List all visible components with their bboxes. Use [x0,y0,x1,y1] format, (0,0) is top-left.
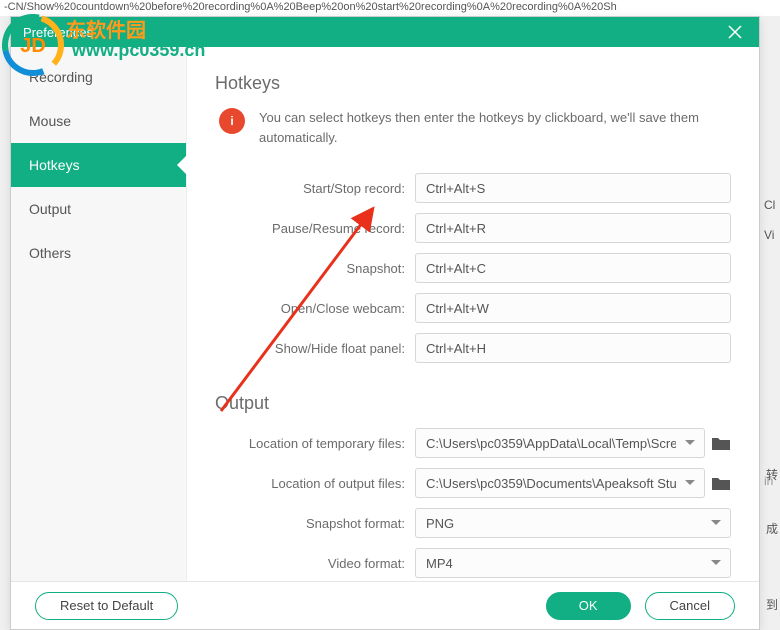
preferences-window: Preferences Recording Mouse Hotkeys Outp… [10,16,760,630]
output-label: Location of output files: [215,476,415,491]
output-row: Location of temporary files: [215,428,731,458]
path-input[interactable] [415,468,705,498]
hotkey-input[interactable] [415,293,731,323]
sidebar-item-recording[interactable]: Recording [11,55,186,99]
hotkey-row: Start/Stop record: [215,173,731,203]
hotkey-input[interactable] [415,253,731,283]
footer: Reset to Default OK Cancel [11,581,759,629]
output-select[interactable]: PNG [415,508,731,538]
folder-icon[interactable] [711,475,731,491]
hotkey-input[interactable] [415,173,731,203]
hotkey-row: Pause/Resume record: [215,213,731,243]
info-icon: i [219,108,245,134]
path-input[interactable] [415,428,705,458]
hotkey-row: Snapshot: [215,253,731,283]
output-row: Location of output files: [215,468,731,498]
folder-icon[interactable] [711,435,731,451]
info-text: You can select hotkeys then enter the ho… [259,108,731,147]
sidebar-item-mouse[interactable]: Mouse [11,99,186,143]
sidebar-item-others[interactable]: Others [11,231,186,275]
section-title-hotkeys: Hotkeys [215,73,731,94]
output-select[interactable]: MP4 [415,548,731,578]
sidebar-item-output[interactable]: Output [11,187,186,231]
hotkey-label: Show/Hide float panel: [215,341,415,356]
output-row: Video format:MP4 [215,548,731,578]
titlebar: Preferences [11,17,759,47]
sidebar-item-hotkeys[interactable]: Hotkeys [11,143,186,187]
output-label: Location of temporary files: [215,436,415,451]
hotkey-label: Snapshot: [215,261,415,276]
cancel-button[interactable]: Cancel [645,592,735,620]
background-fragments: Cl Vi in 转 成 到 [762,0,780,630]
hotkey-input[interactable] [415,213,731,243]
hotkey-row: Open/Close webcam: [215,293,731,323]
close-icon[interactable] [723,20,747,44]
ok-button[interactable]: OK [546,592,631,620]
hotkey-row: Show/Hide float panel: [215,333,731,363]
hotkey-label: Pause/Resume record: [215,221,415,236]
reset-button[interactable]: Reset to Default [35,592,178,620]
hotkey-input[interactable] [415,333,731,363]
sidebar: Recording Mouse Hotkeys Output Others [11,47,187,581]
output-label: Video format: [215,556,415,571]
section-title-output: Output [215,393,731,414]
url-bar: -CN/Show%20countdown%20before%20recordin… [0,0,780,16]
output-label: Snapshot format: [215,516,415,531]
hotkey-label: Open/Close webcam: [215,301,415,316]
window-title: Preferences [23,25,93,40]
hotkey-label: Start/Stop record: [215,181,415,196]
content-panel: Hotkeys i You can select hotkeys then en… [187,47,759,581]
output-row: Snapshot format:PNG [215,508,731,538]
